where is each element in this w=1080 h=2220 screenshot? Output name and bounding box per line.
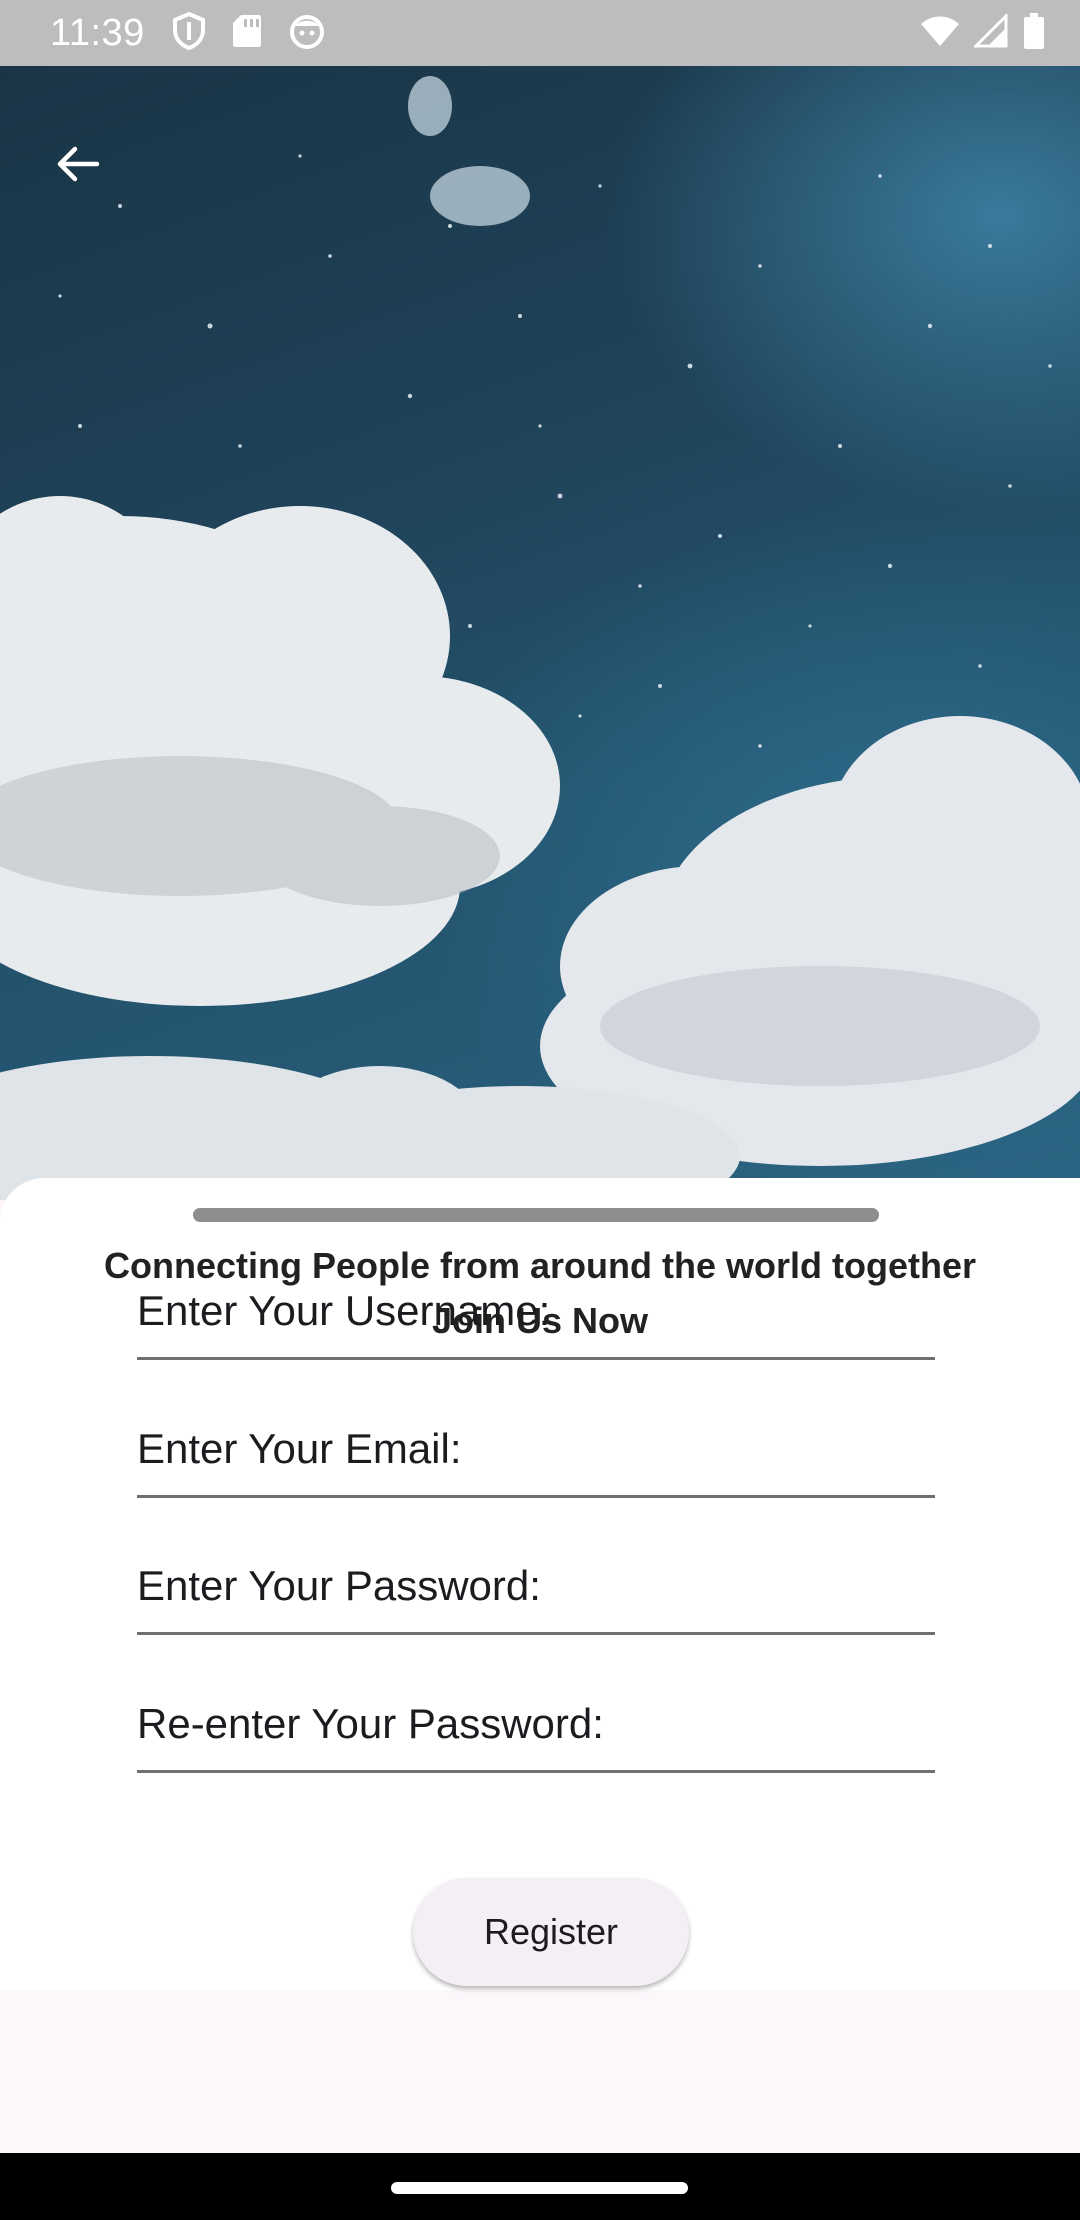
confirm-password-input[interactable] (137, 1678, 935, 1770)
drag-handle[interactable] (193, 1208, 879, 1222)
wifi-icon (920, 14, 960, 53)
status-time: 11:39 (50, 12, 145, 54)
email-field (137, 1403, 935, 1498)
shield-icon (172, 11, 206, 55)
status-icons-left (172, 11, 326, 55)
battery-icon (1022, 12, 1046, 55)
signal-icon (972, 12, 1008, 53)
back-button[interactable] (44, 130, 112, 198)
password-field (137, 1540, 935, 1635)
status-icons-right (920, 12, 1046, 55)
arrow-back-icon (57, 146, 100, 182)
navigation-bar (0, 2153, 1080, 2220)
password-input[interactable] (137, 1540, 935, 1632)
email-input[interactable] (137, 1403, 935, 1495)
sd-card-icon (232, 13, 262, 54)
username-field (137, 1265, 935, 1360)
username-input[interactable] (137, 1265, 935, 1357)
sky-clouds-illustration (0, 76, 1080, 1200)
register-button[interactable]: Register (413, 1878, 689, 1986)
confirm-password-field (137, 1678, 935, 1773)
status-bar: 11:39 (0, 0, 1080, 66)
sky-background-image (0, 66, 1080, 1200)
home-indicator[interactable] (391, 2182, 688, 2194)
register-screen: 11:39 Connecting People from around the … (0, 0, 1080, 2220)
face-icon (288, 12, 326, 55)
